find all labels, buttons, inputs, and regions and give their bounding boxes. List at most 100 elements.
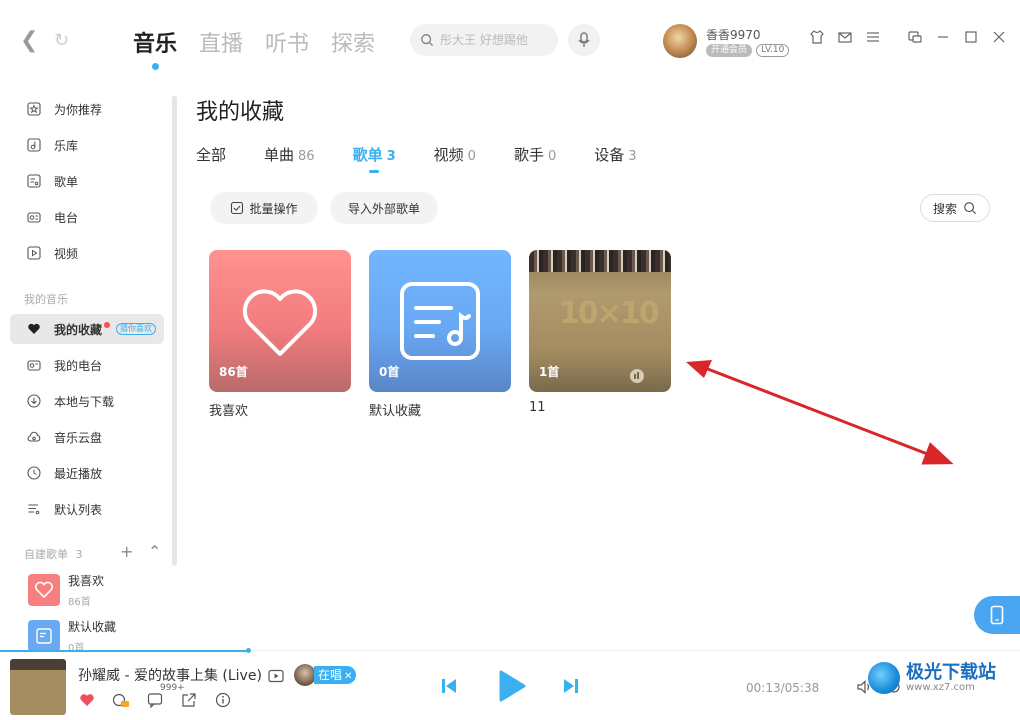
menu-icon[interactable]	[864, 28, 882, 46]
sidebar-item-radio[interactable]: 电台	[10, 202, 164, 232]
sidebar-item-label: 为你推荐	[54, 102, 103, 117]
tab-audiobook[interactable]: 听书	[265, 26, 309, 58]
comment-icon[interactable]: 999+	[146, 683, 185, 709]
tab-count: 0	[467, 149, 476, 164]
like-icon[interactable]	[78, 691, 96, 709]
add-playlist-icon[interactable]: +	[120, 542, 133, 561]
song-count: 1首	[539, 365, 560, 379]
sidebar-item-label: 我的电台	[54, 358, 103, 373]
playlist-card[interactable]: 86首 我喜欢	[209, 250, 351, 419]
tab-label: 歌单	[352, 146, 383, 164]
import-playlist-button[interactable]: 导入外部歌单	[330, 192, 438, 224]
tab-music[interactable]: 音乐	[133, 26, 177, 70]
sidebar-item-local-download[interactable]: 本地与下载	[10, 386, 164, 416]
voice-search-button[interactable]	[568, 24, 600, 56]
tab-live[interactable]: 直播	[199, 26, 243, 58]
tab-label: 单曲	[264, 146, 295, 164]
share-icon[interactable]	[180, 691, 198, 709]
search-box[interactable]	[410, 24, 558, 56]
tab-explore[interactable]: 探索	[331, 26, 375, 58]
album-cover-image[interactable]: 10×10 1首	[529, 250, 671, 392]
sidebar-item-label: 默认列表	[54, 502, 103, 517]
sidebar-item-my-radio[interactable]: 我的电台	[10, 350, 164, 380]
page-title: 我的收藏	[196, 100, 285, 125]
clock-icon	[26, 465, 42, 481]
sidebar-scrollbar[interactable]	[172, 96, 177, 566]
mobile-sync-button[interactable]	[974, 596, 1020, 634]
sidebar-item-label: 最近播放	[54, 466, 103, 481]
now-playing-cover[interactable]	[10, 659, 66, 715]
playback-progress[interactable]	[0, 650, 248, 652]
singer-avatar	[294, 664, 316, 686]
qq-logo-icon	[630, 369, 644, 383]
collapse-icon[interactable]: ⌃	[148, 542, 161, 561]
tab-videos[interactable]: 视频 0	[434, 144, 476, 165]
sound-quality-icon[interactable]	[112, 691, 130, 709]
tab-songs[interactable]: 单曲 86	[264, 144, 315, 165]
tab-all[interactable]: 全部	[196, 144, 226, 165]
sidebar-item-playlists[interactable]: 歌单	[10, 166, 164, 196]
playlist-name[interactable]: 默认收藏	[369, 400, 511, 419]
sidebar-item-favorites[interactable]: 我的收藏 猜你喜欢	[10, 314, 164, 344]
sidebar-playlist-item[interactable]: 我喜欢 86首	[28, 572, 168, 608]
playlist-card[interactable]: 10×10 1首 11	[529, 250, 671, 415]
sidebar-playlist-item[interactable]: 默认收藏 0首	[28, 618, 168, 654]
sidebar-item-recent[interactable]: 最近播放	[10, 458, 164, 488]
download-icon	[26, 393, 42, 409]
playlist-name: 我喜欢	[68, 574, 105, 588]
playlist-count: 86首	[68, 597, 91, 608]
mini-mode-icon[interactable]	[906, 28, 924, 46]
batch-operation-button[interactable]: 批量操作	[210, 192, 318, 224]
next-track-icon[interactable]	[562, 676, 580, 700]
heart-icon	[26, 321, 42, 337]
vip-badge[interactable]: 开通会员	[706, 44, 753, 57]
album-art-graphic: 10×10	[559, 296, 660, 331]
mv-icon[interactable]	[268, 668, 284, 687]
watermark-name: 极光下载站	[906, 661, 996, 683]
radio-icon	[26, 357, 42, 373]
sidebar-item-cloud[interactable]: 音乐云盘	[10, 422, 164, 452]
playlist-name[interactable]: 11	[529, 400, 671, 415]
music-list-icon	[36, 628, 52, 644]
guess-you-like-badge[interactable]: 猜你喜欢	[116, 323, 157, 335]
skin-icon[interactable]	[808, 28, 826, 46]
playlist-thumb	[28, 620, 60, 652]
sidebar-item-label: 歌单	[54, 174, 79, 189]
tab-devices[interactable]: 设备 3	[594, 144, 636, 165]
sidebar-item-video[interactable]: 视频	[10, 238, 164, 268]
sidebar-item-recommend[interactable]: 为你推荐	[10, 94, 164, 124]
tab-count: 3	[628, 149, 637, 164]
close-icon[interactable]	[990, 28, 1008, 46]
cloud-icon	[26, 429, 42, 445]
info-icon[interactable]	[214, 691, 232, 709]
refresh-icon[interactable]: ↻	[54, 30, 69, 51]
singing-badge[interactable]: 在唱 ✕	[294, 664, 357, 686]
button-label: 批量操作	[249, 201, 298, 216]
playlist-card[interactable]: 0首 默认收藏	[369, 250, 511, 419]
sidebar-item-library[interactable]: 乐库	[10, 130, 164, 160]
search-input[interactable]	[440, 33, 550, 47]
sidebar-item-default-list[interactable]: 默认列表	[10, 494, 164, 524]
previous-track-icon[interactable]	[440, 676, 458, 700]
search-collection-button[interactable]: 搜索	[920, 194, 990, 222]
playlist-name[interactable]: 我喜欢	[209, 400, 351, 419]
progress-handle[interactable]	[246, 648, 251, 653]
tab-count: 3	[386, 149, 396, 164]
play-icon[interactable]	[496, 669, 528, 707]
maximize-icon[interactable]	[962, 28, 980, 46]
username[interactable]: 香香9970	[706, 26, 761, 43]
tab-playlists[interactable]: 歌单 3	[352, 144, 396, 173]
tab-singers[interactable]: 歌手 0	[514, 144, 556, 165]
concert-crowd-image	[529, 250, 671, 272]
avatar[interactable]	[663, 24, 697, 58]
mail-icon[interactable]	[836, 28, 854, 46]
now-playing-title[interactable]: 孙耀威 - 爱的故事上集 (Live)	[78, 665, 262, 685]
minimize-icon[interactable]	[934, 28, 952, 46]
playlist-cover[interactable]: 0首	[369, 250, 511, 392]
close-icon[interactable]: ✕	[344, 671, 352, 682]
search-icon	[964, 202, 977, 215]
back-icon[interactable]: ❮	[20, 28, 38, 53]
playlist-cover[interactable]: 86首	[209, 250, 351, 392]
main-nav-tabs: 音乐 直播 听书 探索	[133, 26, 375, 70]
tab-label: 全部	[196, 146, 227, 164]
